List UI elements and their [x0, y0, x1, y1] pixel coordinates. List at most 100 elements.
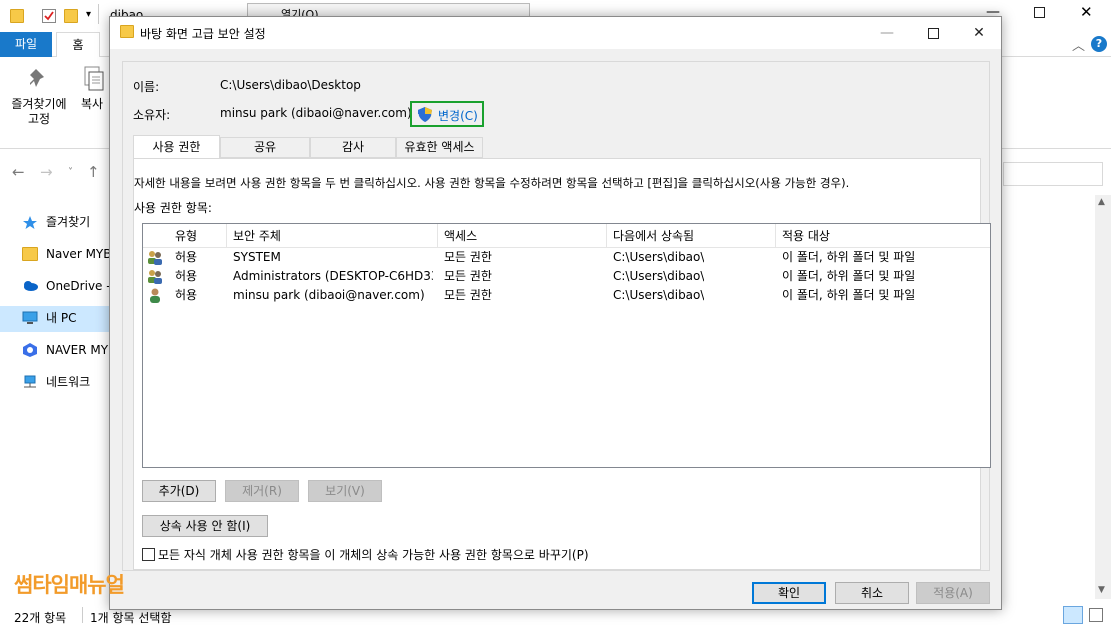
row-access: 모든 권한 — [444, 288, 492, 302]
cloud-icon — [24, 281, 38, 291]
sidebar-item-network[interactable]: 네트워크 — [22, 370, 112, 394]
item-count: 22개 항목 — [14, 611, 67, 625]
add-button[interactable]: 추가(D) — [142, 480, 216, 502]
change-owner-highlight: 변경(C) — [410, 101, 484, 127]
folder-icon — [120, 25, 134, 38]
maximize-icon[interactable] — [1034, 7, 1045, 18]
status-divider — [82, 607, 83, 623]
replace-child-permissions-label: 모든 자식 개체 사용 권한 항목을 이 개체의 상속 가능한 사용 권한 항목… — [158, 548, 589, 562]
group-users-icon — [148, 270, 162, 284]
sidebar-item-onedrive[interactable]: OneDrive - Personal — [22, 274, 112, 298]
maximize-icon — [928, 28, 939, 39]
table-row[interactable]: 허용 minsu park (dibaoi@naver.com) 모든 권한 C… — [143, 286, 990, 305]
scroll-up-icon[interactable]: ▲ — [1098, 197, 1105, 207]
sidebar-item-this-pc[interactable]: 내 PC — [22, 306, 112, 330]
row-applies-to: 이 폴더, 하위 폴더 및 파일 — [782, 269, 916, 283]
row-type: 허용 — [175, 250, 198, 264]
name-value: C:\Users\dibao\Desktop — [220, 78, 361, 92]
table-row[interactable]: 허용 SYSTEM 모든 권한 C:\Users\dibao\ 이 폴더, 하위… — [143, 248, 990, 267]
permission-entries-label: 사용 권한 항목: — [134, 201, 212, 215]
permission-entries-list[interactable]: 유형 보안 주체 액세스 다음에서 상속됨 적용 대상 허용 SYSTEM 모든… — [142, 223, 991, 468]
minimize-icon[interactable]: — — [864, 17, 910, 49]
details-view-icon[interactable] — [1063, 606, 1083, 624]
dialog-titlebar[interactable]: 바탕 화면 고급 보안 설정 — ✕ — [110, 17, 1001, 49]
watermark-text: 썸타임매뉴얼 — [14, 573, 125, 597]
owner-label: 소유자: — [133, 108, 171, 122]
instructions-text: 자세한 내용을 보려면 사용 권한 항목을 두 번 클릭하십시오. 사용 권한 … — [134, 176, 850, 190]
sidebar-item-label: 네트워크 — [46, 375, 91, 389]
background-dialog-frame: 열기(O) — [247, 3, 530, 21]
search-box[interactable] — [1003, 162, 1103, 186]
scroll-down-icon[interactable]: ▼ — [1098, 585, 1105, 595]
row-access: 모든 권한 — [444, 269, 492, 283]
toolbar-divider — [98, 4, 99, 24]
row-inherited-from: C:\Users\dibao\ — [613, 250, 705, 264]
row-principal: Administrators (DESKTOP-C6HD33... — [233, 269, 433, 283]
remove-button[interactable]: 제거(R) — [225, 480, 299, 502]
permissions-tab-content: 자세한 내용을 보려면 사용 권한 항목을 두 번 클릭하십시오. 사용 권한 … — [133, 158, 991, 570]
owner-value: minsu park (dibaoi@naver.com) — [220, 106, 412, 120]
row-type: 허용 — [175, 288, 198, 302]
help-icon[interactable]: ? — [1091, 36, 1107, 52]
disable-inheritance-button[interactable]: 상속 사용 안 함(I) — [142, 515, 268, 537]
ok-button[interactable]: 확인 — [752, 582, 826, 604]
new-folder-icon[interactable] — [64, 9, 78, 23]
tab-permissions[interactable]: 사용 권한 — [133, 135, 220, 158]
settings-panel: 이름: C:\Users\dibao\Desktop 소유자: minsu pa… — [122, 61, 991, 571]
folder-icon — [22, 247, 38, 261]
pin-to-quick-access-button[interactable]: 즐겨찾기에 고정 — [4, 97, 74, 127]
row-applies-to: 이 폴더, 하위 폴더 및 파일 — [782, 250, 916, 264]
copy-icon — [84, 66, 104, 91]
column-header-applies-to[interactable]: 적용 대상 — [776, 224, 990, 248]
mybox-icon — [23, 343, 37, 357]
change-owner-link[interactable]: 변경(C) — [438, 107, 478, 124]
tab-effective-access[interactable]: 유효한 액세스 — [396, 137, 483, 158]
view-button[interactable]: 보기(V) — [308, 480, 382, 502]
sidebar-item-naver-mybox[interactable]: Naver MYBOX — [22, 242, 112, 266]
replace-child-permissions-checkbox[interactable] — [142, 548, 155, 561]
sidebar-item-label: OneDrive - Personal — [46, 279, 112, 293]
tab-file[interactable]: 파일 — [0, 32, 52, 57]
sidebar-item-quick-access[interactable]: 즐겨찾기 — [22, 210, 112, 234]
table-row[interactable]: 허용 Administrators (DESKTOP-C6HD33... 모든 … — [143, 267, 990, 286]
row-access: 모든 권한 — [444, 250, 492, 264]
forward-arrow-icon[interactable]: → — [40, 163, 53, 181]
pin-icon — [30, 69, 44, 87]
sidebar-item-label: NAVER MYBOX — [46, 343, 112, 357]
apply-button[interactable]: 적용(A) — [916, 582, 990, 604]
maximize-button[interactable] — [910, 17, 956, 49]
group-users-icon — [148, 251, 162, 265]
sidebar-item-label: Naver MYBOX — [46, 247, 112, 261]
column-header-inherited-from[interactable]: 다음에서 상속됨 — [607, 224, 776, 248]
row-type: 허용 — [175, 269, 198, 283]
properties-icon[interactable] — [42, 9, 56, 23]
close-icon[interactable]: ✕ — [1080, 3, 1093, 21]
close-button[interactable]: ✕ — [956, 17, 1002, 49]
column-header-type[interactable]: 유형 — [143, 224, 227, 248]
sidebar-item-naver-mybox-drive[interactable]: NAVER MYBOX — [22, 338, 112, 362]
back-arrow-icon[interactable]: ← — [12, 163, 25, 181]
vertical-scrollbar[interactable]: ▲ ▼ — [1095, 195, 1111, 599]
large-icons-view-icon[interactable] — [1089, 608, 1103, 622]
advanced-security-settings-dialog: 바탕 화면 고급 보안 설정 — ✕ 이름: C:\Users\dibao\De… — [109, 16, 1002, 610]
star-icon — [23, 216, 37, 229]
chevron-up-icon[interactable]: ︿ — [1072, 35, 1085, 54]
dialog-title: 바탕 화면 고급 보안 설정 — [140, 27, 266, 41]
row-principal: minsu park (dibaoi@naver.com) — [233, 288, 425, 302]
up-arrow-icon[interactable]: ↑ — [87, 163, 100, 181]
cancel-button[interactable]: 취소 — [835, 582, 909, 604]
column-header-access[interactable]: 액세스 — [438, 224, 607, 248]
list-header: 유형 보안 주체 액세스 다음에서 상속됨 적용 대상 — [143, 224, 990, 248]
tab-home[interactable]: 홈 — [56, 32, 100, 57]
tab-auditing[interactable]: 감사 — [310, 137, 396, 158]
uac-shield-icon — [418, 107, 432, 122]
copy-button[interactable]: 복사 — [78, 97, 106, 112]
computer-icon — [22, 311, 38, 324]
row-inherited-from: C:\Users\dibao\ — [613, 288, 705, 302]
folder-icon — [10, 9, 24, 23]
network-icon — [24, 375, 36, 388]
chevron-down-icon[interactable]: ▾ — [86, 9, 91, 20]
tab-sharing[interactable]: 공유 — [220, 137, 310, 158]
recent-locations-chevron-icon[interactable]: ˅ — [68, 167, 73, 178]
column-header-principal[interactable]: 보안 주체 — [227, 224, 438, 248]
